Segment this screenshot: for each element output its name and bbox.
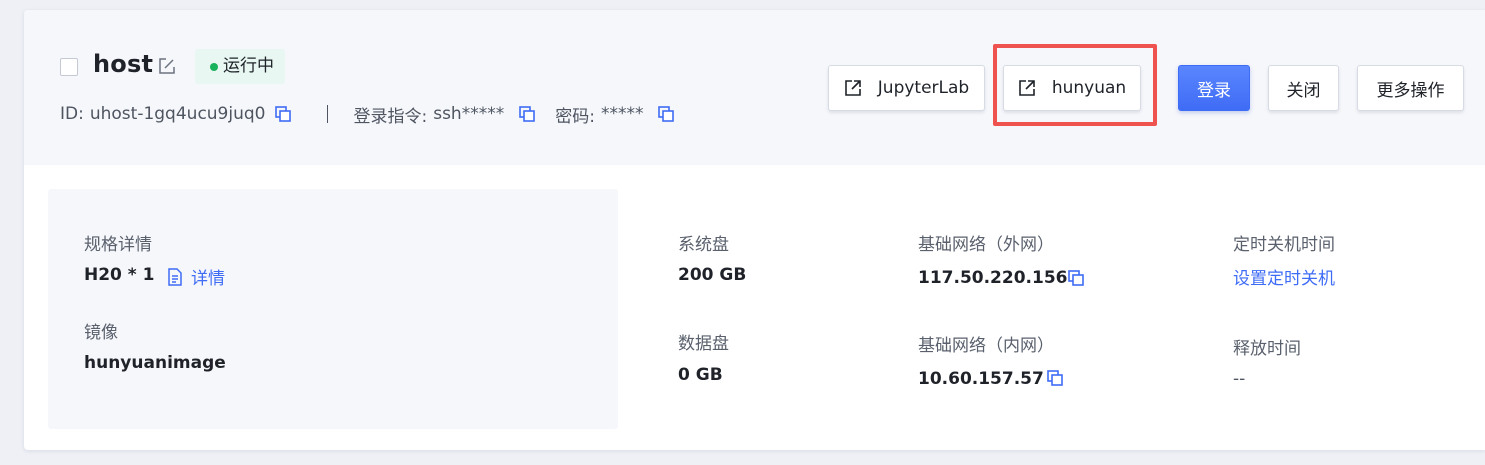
external-link-icon	[1019, 80, 1035, 96]
image-value: hunyuanimage	[84, 353, 226, 373]
release-time-value: --	[1233, 369, 1246, 389]
more-actions-button[interactable]: 更多操作	[1357, 65, 1464, 111]
instance-header: host 运行中 ID: uhost-1gq4ucu9juq0 登录指令: ss…	[24, 10, 1485, 165]
meta-separator	[327, 105, 329, 123]
status-dot	[210, 63, 218, 71]
copy-public-ip-icon[interactable]	[1067, 269, 1085, 287]
external-link-icon	[844, 80, 861, 96]
hunyuan-label: hunyuan	[1051, 78, 1127, 98]
instance-card: host 运行中 ID: uhost-1gq4ucu9juq0 登录指令: ss…	[24, 10, 1485, 450]
status-text: 运行中	[223, 56, 274, 76]
instance-name: host	[93, 50, 154, 78]
id-label: ID:	[60, 104, 84, 124]
spec-panel	[48, 189, 618, 429]
document-icon	[168, 268, 182, 286]
login-cmd-value: ssh*****	[433, 104, 505, 124]
copy-id-icon[interactable]	[274, 105, 292, 123]
public-network-label: 基础网络（外网）	[918, 235, 1054, 255]
public-ip-value: 117.50.220.156	[918, 268, 1068, 288]
jupyterlab-label: JupyterLab	[877, 78, 970, 98]
login-button[interactable]: 登录	[1178, 65, 1250, 111]
password-label: 密码:	[555, 106, 595, 127]
private-network-label: 基础网络（内网）	[918, 336, 1054, 356]
data-disk-label: 数据盘	[678, 334, 729, 354]
spec-detail-link[interactable]: 详情	[167, 264, 225, 289]
spec-detail-label: 详情	[191, 269, 225, 289]
copy-password-icon[interactable]	[657, 105, 675, 123]
set-shutdown-link[interactable]: 设置定时关机	[1233, 264, 1335, 289]
private-ip-value: 10.60.157.57	[918, 369, 1044, 389]
instance-meta: ID: uhost-1gq4ucu9juq0 登录指令: ssh***** 密码…	[60, 102, 675, 127]
data-disk-value: 0 GB	[678, 365, 723, 385]
system-disk-label: 系统盘	[678, 235, 729, 255]
login-label: 登录	[1197, 80, 1231, 101]
edit-icon[interactable]	[157, 56, 177, 76]
status-badge: 运行中	[195, 49, 285, 84]
image-label: 镜像	[84, 323, 118, 343]
close-label: 关闭	[1286, 80, 1321, 101]
login-cmd-label: 登录指令:	[353, 106, 428, 127]
more-actions-label: 更多操作	[1376, 80, 1445, 101]
system-disk-value: 200 GB	[678, 265, 747, 285]
shutdown-time-label: 定时关机时间	[1233, 235, 1335, 255]
copy-login-cmd-icon[interactable]	[518, 105, 536, 123]
instance-checkbox[interactable]	[60, 58, 78, 76]
copy-private-ip-icon[interactable]	[1046, 369, 1064, 387]
release-time-label: 释放时间	[1233, 339, 1301, 359]
close-button[interactable]: 关闭	[1268, 65, 1339, 111]
id-value: uhost-1gq4ucu9juq0	[89, 104, 266, 124]
hunyuan-button[interactable]: hunyuan	[1003, 65, 1141, 111]
spec-label: 规格详情	[84, 235, 152, 255]
password-value: *****	[600, 104, 644, 124]
spec-value: H20 * 1	[84, 265, 155, 285]
jupyterlab-button[interactable]: JupyterLab	[828, 65, 985, 111]
